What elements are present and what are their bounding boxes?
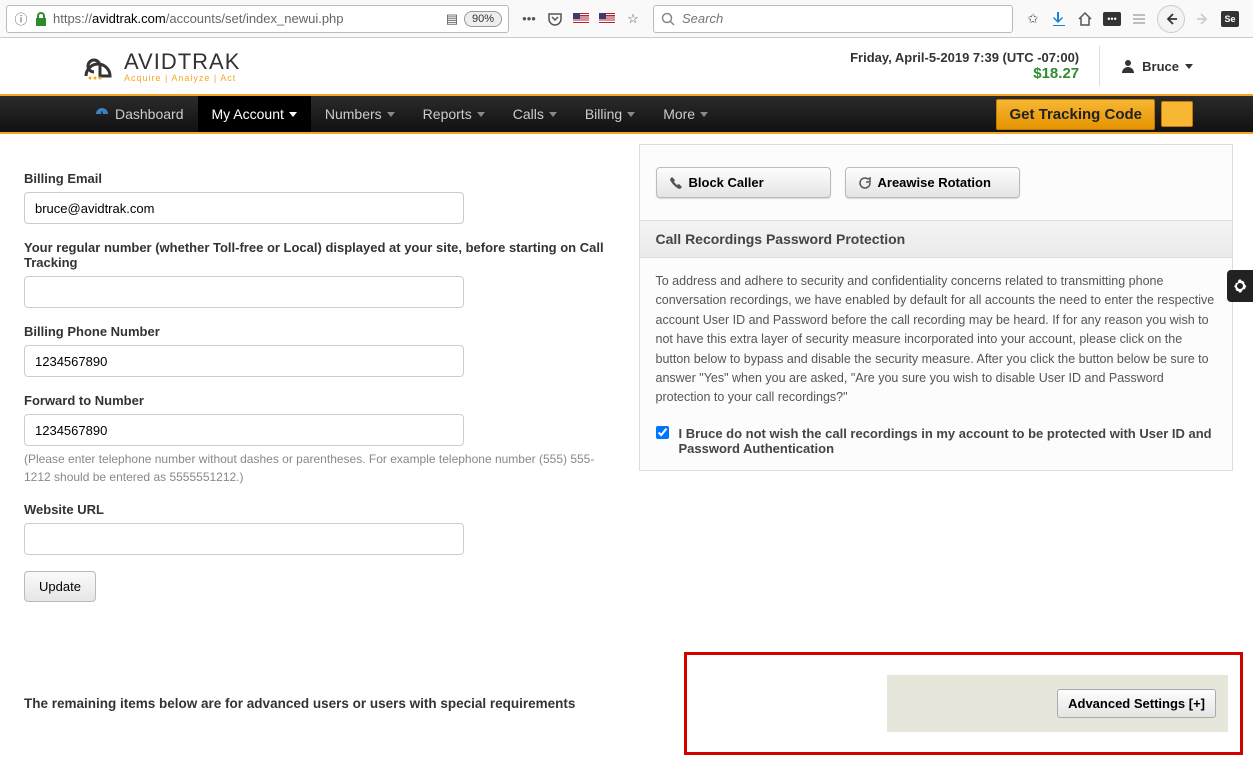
update-button[interactable]: Update [24, 571, 96, 602]
flag-icon-1 [573, 13, 589, 24]
address-bar[interactable]: ⓘ https://avidtrak.com/accounts/set/inde… [6, 5, 509, 33]
flag-icon-2 [599, 13, 615, 24]
disable-protection-label: I Bruce do not wish the call recordings … [679, 426, 1217, 456]
search-bar[interactable] [653, 5, 1013, 33]
zoom-badge[interactable]: 90% [464, 11, 502, 27]
more-icon[interactable]: ••• [521, 11, 537, 27]
actions-panel: Block Caller Areawise Rotation Call Reco… [639, 144, 1234, 471]
nav-calls[interactable]: Calls [499, 96, 571, 132]
browser-toolbar: ⓘ https://avidtrak.com/accounts/set/inde… [0, 0, 1253, 38]
toolbar-mid-icons: ••• ☆ [513, 11, 649, 27]
billing-email-label: Billing Email [24, 171, 619, 186]
toolbar-right-icons: ✩ ••• Se [1017, 5, 1247, 33]
caret-icon [477, 112, 485, 117]
nav-reports[interactable]: Reports [409, 96, 499, 132]
lock-icon [33, 11, 49, 27]
home-icon[interactable] [1077, 11, 1093, 27]
forward-number-label: Forward to Number [24, 393, 619, 408]
search-input[interactable] [682, 11, 1006, 26]
user-icon [1120, 58, 1136, 74]
regular-number-label: Your regular number (whether Toll-free o… [24, 240, 619, 270]
billing-phone-label: Billing Phone Number [24, 324, 619, 339]
password-protection-title: Call Recordings Password Protection [640, 220, 1233, 258]
phone-block-icon [669, 176, 683, 190]
caret-icon [289, 112, 297, 117]
url-text: https://avidtrak.com/accounts/set/index_… [53, 11, 440, 26]
nav-numbers[interactable]: Numbers [311, 96, 409, 132]
website-url-input[interactable] [24, 523, 464, 555]
forward-hint: (Please enter telephone number without d… [24, 450, 619, 486]
logo-icon [80, 48, 122, 84]
advanced-settings-button[interactable]: Advanced Settings [+] [1057, 689, 1216, 718]
block-caller-button[interactable]: Block Caller [656, 167, 831, 198]
account-form: Billing Email Your regular number (wheth… [24, 144, 619, 602]
pocket-icon[interactable] [547, 11, 563, 27]
areawise-rotation-button[interactable]: Areawise Rotation [845, 167, 1020, 198]
website-url-label: Website URL [24, 502, 619, 517]
date-balance: Friday, April-5-2019 7:39 (UTC -07:00) $… [850, 50, 1079, 82]
nav-billing[interactable]: Billing [571, 96, 649, 132]
nav-dashboard[interactable]: Dashboard [80, 96, 198, 132]
star-icon[interactable]: ☆ [625, 11, 641, 27]
user-menu[interactable]: Bruce [1099, 46, 1193, 86]
password-protection-text: To address and adhere to security and co… [656, 272, 1217, 408]
search-icon [660, 11, 676, 27]
logo[interactable]: AVIDTRAK Acquire | Analyze | Act [80, 48, 240, 84]
caret-icon [627, 112, 635, 117]
logo-tagline: Acquire | Analyze | Act [124, 73, 240, 83]
ext-icon[interactable]: ••• [1103, 12, 1121, 26]
back-button[interactable] [1157, 5, 1185, 33]
folder-icon[interactable] [1161, 101, 1193, 127]
caret-icon [549, 112, 557, 117]
caret-icon [700, 112, 708, 117]
balance-text: $18.27 [850, 65, 1079, 82]
rotate-icon [858, 176, 872, 190]
download-icon[interactable] [1051, 11, 1067, 27]
disable-protection-checkbox[interactable] [656, 426, 669, 439]
reader-icon[interactable]: ▤ [444, 11, 460, 27]
regular-number-input[interactable] [24, 276, 464, 308]
tracking-code-button[interactable]: Get Tracking Code [996, 99, 1155, 130]
dashboard-icon [94, 106, 110, 122]
date-text: Friday, April-5-2019 7:39 (UTC -07:00) [850, 50, 1079, 65]
billing-email-input[interactable] [24, 192, 464, 224]
settings-tab[interactable] [1227, 270, 1253, 302]
gear-icon [1232, 278, 1248, 294]
se-icon[interactable]: Se [1221, 11, 1239, 27]
page-header: AVIDTRAK Acquire | Analyze | Act Friday,… [0, 38, 1253, 94]
advanced-note: The remaining items below are for advanc… [24, 696, 575, 711]
menu-icon[interactable] [1131, 11, 1147, 27]
nav-my-account[interactable]: My Account [198, 96, 311, 132]
logo-text: AVIDTRAK [124, 49, 240, 75]
forward-button[interactable] [1195, 11, 1211, 27]
forward-number-input[interactable] [24, 414, 464, 446]
nav-more[interactable]: More [649, 96, 722, 132]
info-icon: ⓘ [13, 11, 29, 27]
main-nav: Dashboard My Account Numbers Reports Cal… [0, 94, 1253, 134]
bookmark-star-icon[interactable]: ✩ [1025, 11, 1041, 27]
caret-down-icon [1185, 64, 1193, 69]
caret-icon [387, 112, 395, 117]
billing-phone-input[interactable] [24, 345, 464, 377]
user-name: Bruce [1142, 59, 1179, 74]
